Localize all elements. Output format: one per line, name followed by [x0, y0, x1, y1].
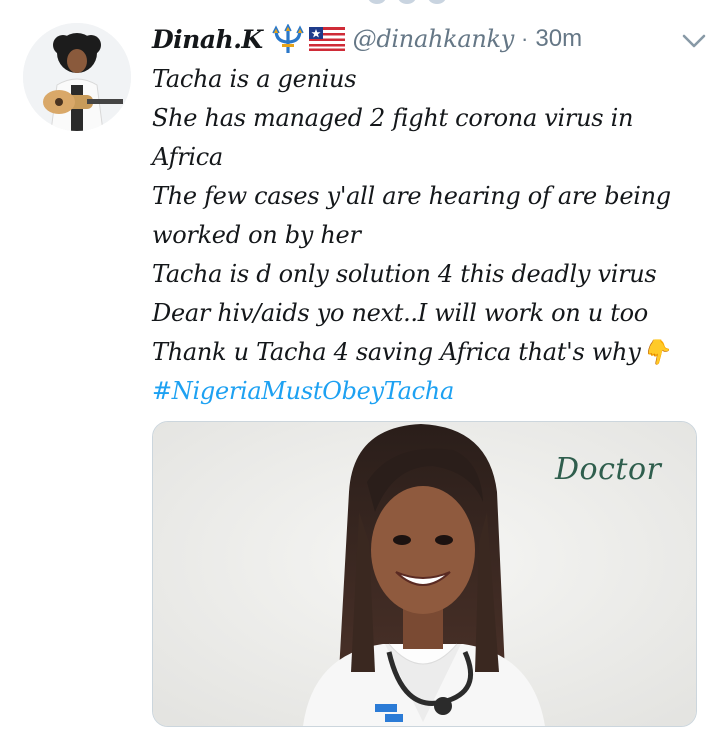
- photo-caption: Doctor: [555, 452, 662, 487]
- handle[interactable]: @dinahkanky: [353, 25, 515, 53]
- tweet-line: The few cases y'all are hearing of are b…: [152, 182, 671, 210]
- tweet-line: worked on by her: [152, 221, 361, 249]
- tweet-line: Dear hiv/aids yo next..I will work on u …: [152, 299, 648, 327]
- previous-tweet-reaction-fragments: [368, 0, 448, 4]
- timestamp[interactable]: 30m: [535, 25, 582, 53]
- liberia-flag-icon: [308, 27, 345, 51]
- trident-emoji-icon: [272, 24, 304, 53]
- pointing-down-emoji-icon: 👇: [640, 338, 671, 366]
- tweet-line-last: Thank u Tacha 4 saving Africa that's why…: [152, 333, 697, 372]
- tweet-line: She has managed 2 fight corona virus in: [152, 104, 634, 132]
- tweet-line-text: Thank u Tacha 4 saving Africa that's why: [152, 338, 641, 366]
- avatar[interactable]: [23, 23, 131, 131]
- tweet-line: Tacha is a genius: [152, 65, 357, 93]
- separator-dot: ·: [521, 26, 529, 51]
- hashtag-link[interactable]: #NigeriaMustObeyTacha: [152, 372, 697, 411]
- tweet-line: Africa: [152, 143, 223, 171]
- tweet-media-photo[interactable]: Doctor: [152, 421, 697, 727]
- tweet-line: Tacha is d only solution 4 this deadly v…: [152, 260, 657, 288]
- avatar-photo: [23, 23, 131, 131]
- tweet-header: Dinah.K @dinahkanky · 30m: [152, 18, 706, 60]
- name-badges: [271, 24, 345, 54]
- chevron-down-icon[interactable]: [679, 28, 707, 52]
- tweet[interactable]: Dinah.K @dinahkanky · 30m Tacha is a gen…: [152, 18, 706, 411]
- display-name[interactable]: Dinah.K: [152, 25, 263, 54]
- tweet-text: Tacha is a genius She has managed 2 figh…: [152, 60, 697, 411]
